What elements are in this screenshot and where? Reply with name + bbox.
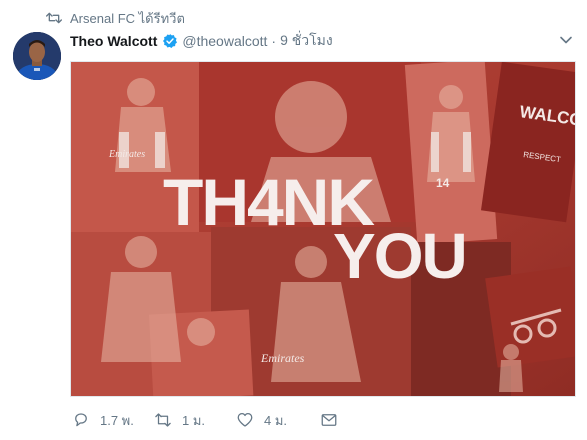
headline-line2: YOU [333, 220, 466, 292]
reply-icon [75, 413, 87, 427]
like-button[interactable]: 4 ม. [236, 410, 320, 431]
avatar[interactable] [13, 32, 61, 80]
sponsor-text-2: Emirates [260, 351, 305, 365]
verified-badge-icon [163, 34, 178, 48]
reply-count: 1.7 พ. [100, 412, 134, 428]
tweet-actions: 1.7 พ. 1 ม. 4 ม. [70, 408, 350, 432]
reply-button[interactable]: 1.7 พ. [72, 410, 154, 431]
sponsor-text-1: Emirates [108, 149, 145, 160]
thank-you-collage: WALCOTT RESPECT Emirates Emirates 14 TH4… [71, 62, 575, 396]
retweet-button[interactable]: 1 ม. [154, 410, 236, 431]
tweet-header: Theo Walcott @theowalcott · 9 ชั่วโมง [70, 30, 573, 52]
like-count: 4 ม. [264, 412, 288, 428]
retweet-context[interactable]: Arsenal FC ได้รีทวีต [46, 8, 185, 28]
avatar-image [13, 32, 61, 80]
tweet-media-image[interactable]: WALCOTT RESPECT Emirates Emirates 14 TH4… [70, 61, 576, 397]
direct-message-button[interactable] [320, 411, 350, 429]
author-handle[interactable]: @theowalcott [182, 33, 267, 49]
retweet-context-label: Arsenal FC ได้รีทวีต [70, 10, 185, 26]
retweet-icon [155, 413, 171, 427]
retweet-icon [46, 12, 62, 24]
envelope-icon [321, 414, 337, 426]
chevron-down-icon[interactable] [559, 33, 573, 47]
retweet-count: 1 ม. [182, 412, 206, 428]
heart-icon [237, 412, 253, 427]
shirt-number-text: 14 [436, 176, 450, 190]
tweet-timestamp[interactable]: 9 ชั่วโมง [280, 30, 333, 52]
author-name[interactable]: Theo Walcott [70, 33, 157, 49]
separator-dot: · [271, 33, 277, 49]
